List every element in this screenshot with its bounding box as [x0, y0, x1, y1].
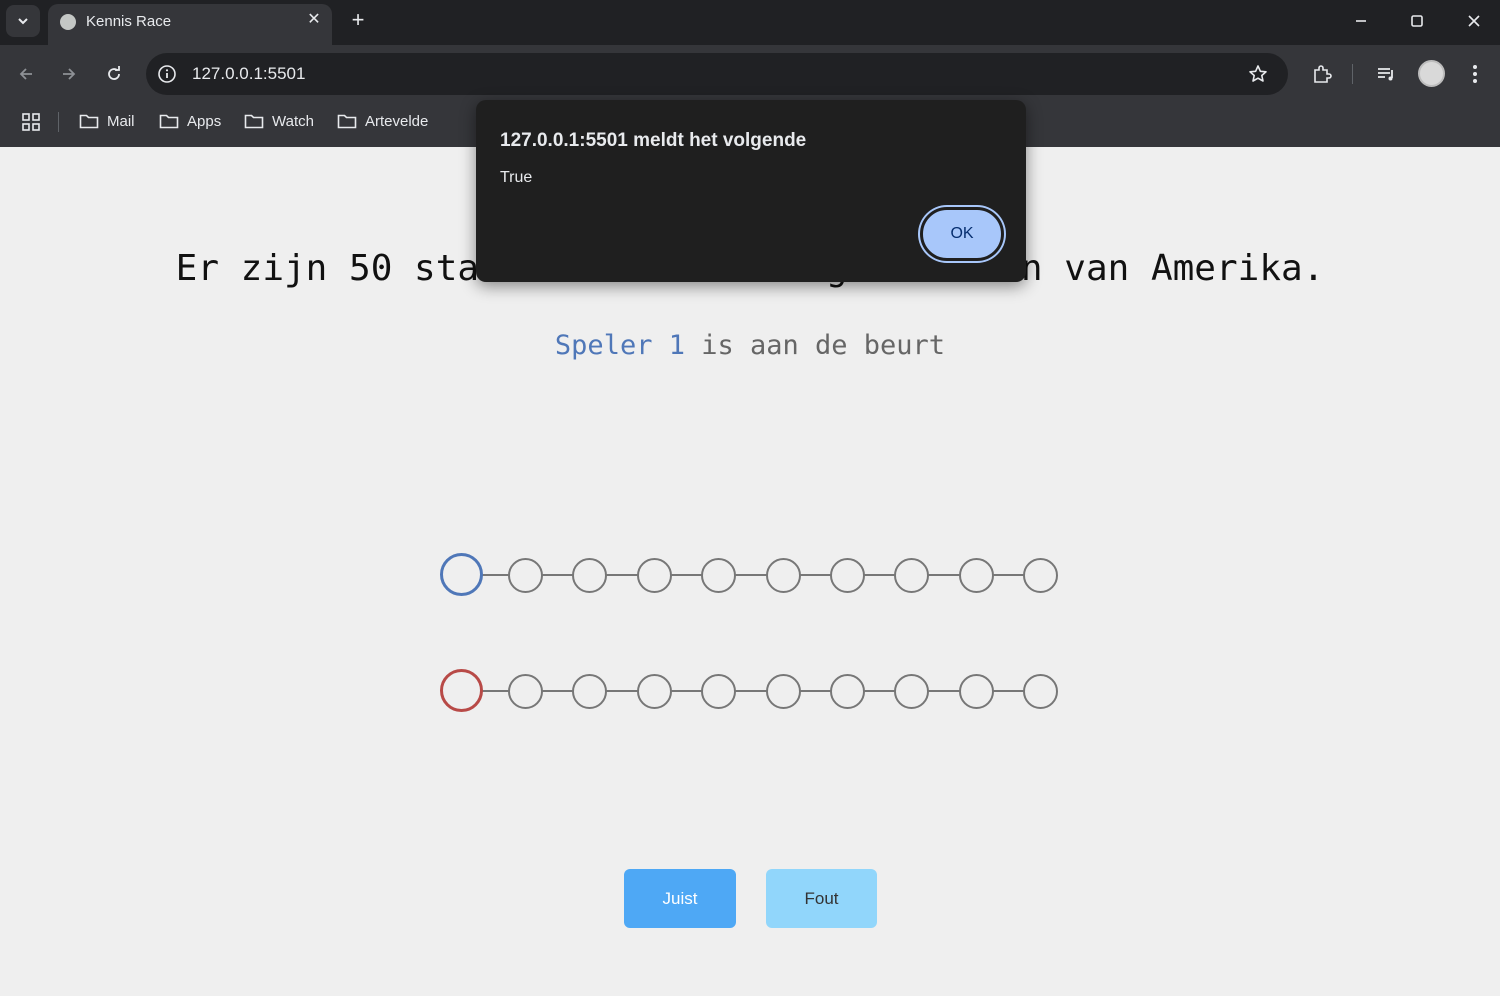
forward-button[interactable] — [54, 59, 84, 89]
bookmark-mail[interactable]: Mail — [79, 108, 135, 134]
tab-search-button[interactable] — [6, 5, 40, 37]
browser-toolbar: 127.0.0.1:5501 — [0, 45, 1500, 103]
turn-suffix: is aan de beurt — [684, 330, 946, 361]
current-player: Speler 1 — [554, 330, 685, 361]
track-position — [958, 558, 994, 593]
alert-dialog: 127.0.0.1:5501 meldt het volgende True O… — [476, 100, 1026, 282]
player-2-token — [440, 669, 483, 712]
track-position — [894, 674, 930, 709]
track-position — [830, 558, 865, 593]
bookmark-artevelde[interactable]: Artevelde — [337, 108, 428, 134]
maximize-button[interactable] — [1401, 6, 1433, 36]
player-2-track — [440, 669, 1060, 713]
toolbar-divider — [1352, 64, 1353, 84]
track-position — [508, 674, 543, 709]
track-position — [572, 674, 608, 709]
url-text: 127.0.0.1:5501 — [192, 64, 306, 83]
close-window-button[interactable] — [1458, 6, 1490, 36]
track-position — [701, 674, 737, 709]
minimize-icon — [1356, 20, 1366, 22]
dialog-message: True — [500, 169, 533, 186]
bookmark-watch[interactable]: Watch — [244, 108, 314, 134]
track-position — [636, 558, 672, 593]
correct-button[interactable]: Juist — [624, 869, 736, 928]
browser-tab[interactable]: Kennis Race ✕ — [48, 4, 332, 45]
track-position — [894, 558, 930, 593]
maximize-icon — [1411, 15, 1423, 27]
dialog-title: 127.0.0.1:5501 meldt het volgende — [500, 130, 807, 151]
close-tab-icon[interactable]: ✕ — [304, 10, 324, 30]
chevron-down-icon — [18, 18, 28, 25]
ok-button[interactable]: OK — [920, 207, 1004, 261]
forward-arrow-icon — [63, 68, 76, 80]
folder-icon — [337, 114, 357, 129]
minimize-button[interactable] — [1345, 6, 1377, 36]
track-position — [701, 558, 737, 593]
back-button[interactable] — [11, 59, 41, 89]
bookmark-label: Apps — [187, 112, 222, 130]
player-1-track — [440, 553, 1060, 597]
track-position — [958, 674, 994, 709]
track-position — [508, 558, 543, 593]
tab-strip: Kennis Race ✕ + — [0, 0, 1500, 45]
track-position — [572, 558, 608, 593]
track-position — [830, 674, 865, 709]
folder-icon — [244, 114, 264, 129]
bookmarks-divider — [58, 112, 59, 132]
bookmark-label: Artevelde — [365, 112, 429, 130]
bookmark-label: Mail — [107, 112, 135, 130]
reload-icon — [108, 66, 120, 80]
track-position — [765, 558, 801, 593]
extensions-icon[interactable] — [1309, 61, 1335, 87]
tab-title: Kennis Race — [86, 13, 172, 30]
folder-icon — [159, 114, 179, 129]
player-1-token — [440, 553, 483, 596]
back-arrow-icon — [19, 68, 32, 80]
track-position — [1023, 674, 1059, 709]
folder-icon — [79, 114, 99, 129]
address-bar[interactable]: 127.0.0.1:5501 — [146, 53, 1288, 95]
profile-avatar[interactable] — [1418, 60, 1445, 87]
menu-kebab-icon[interactable] — [1462, 61, 1488, 87]
new-tab-button[interactable]: + — [346, 8, 370, 32]
media-controls-icon[interactable] — [1373, 61, 1399, 87]
reload-button[interactable] — [99, 59, 129, 89]
track-line — [460, 690, 1040, 692]
bookmark-label: Watch — [272, 112, 314, 130]
track-position — [1023, 558, 1059, 593]
site-info-icon[interactable] — [156, 63, 178, 85]
close-icon — [1468, 15, 1480, 27]
track-position — [636, 674, 672, 709]
track-position — [765, 674, 801, 709]
bookmark-star-icon[interactable] — [1246, 62, 1270, 86]
apps-grid-icon[interactable] — [20, 111, 42, 133]
bookmark-apps[interactable]: Apps — [159, 108, 221, 134]
turn-indicator: Speler 1 is aan de beurt — [0, 330, 1500, 361]
globe-icon — [60, 14, 76, 30]
track-line — [460, 574, 1040, 576]
wrong-button[interactable]: Fout — [766, 869, 877, 928]
